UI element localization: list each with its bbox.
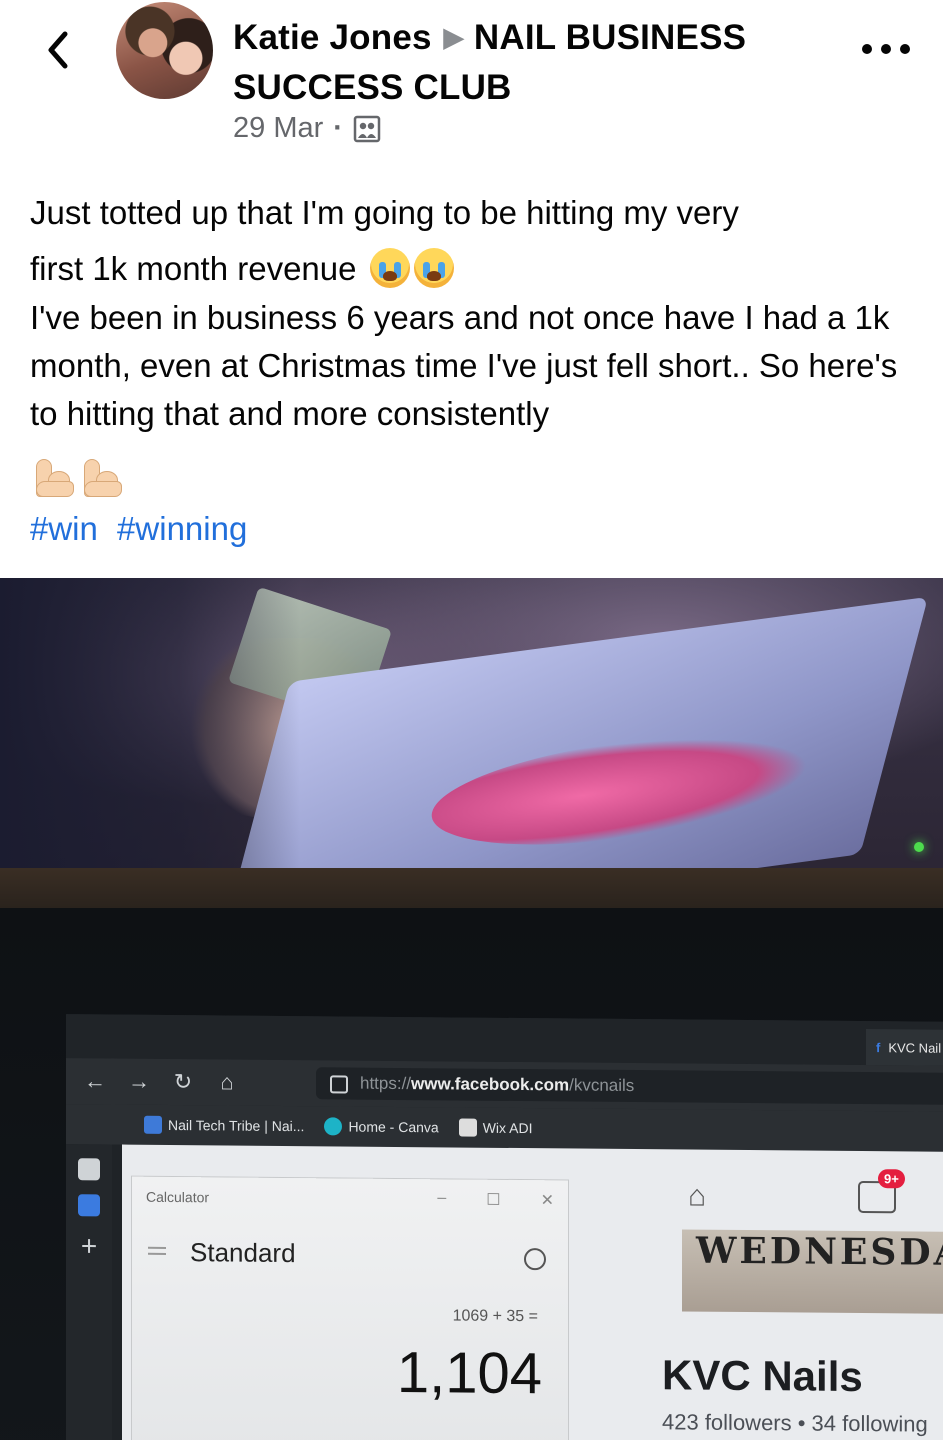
crying-face-emoji-icon (369, 248, 410, 288)
browser-tabbar: f KVC Nail (66, 1014, 943, 1066)
wix-icon (458, 1118, 477, 1137)
group-members-icon (353, 115, 381, 142)
avatar[interactable] (116, 2, 213, 99)
crying-face-emoji-icon (413, 248, 454, 288)
browser-tab-facebook[interactable]: f KVC Nail (866, 1029, 943, 1066)
followers-count[interactable]: 423 followers • 34 following (662, 1409, 928, 1437)
hashtags: #win #winning (30, 505, 257, 553)
post-line-1: Just totted up that I'm going to be hitt… (30, 194, 739, 231)
back-arrow-icon[interactable]: ← (80, 1066, 110, 1096)
close-icon[interactable]: ✕ (541, 1190, 554, 1210)
calculator-mode: Standard (190, 1237, 296, 1269)
more-dot (900, 44, 910, 54)
laptop-screen: f KVC Nail ← → ↻ ⌂ https://www.facebook.… (66, 1014, 943, 1440)
tv-shadow (0, 578, 300, 908)
nail-tech-tribe-icon (144, 1115, 162, 1134)
more-dot (862, 44, 872, 54)
post-photo[interactable]: f KVC Nail ← → ↻ ⌂ https://www.facebook.… (0, 578, 943, 1440)
hashtag-win[interactable]: #win (30, 510, 98, 547)
calculator-expression: 1069 + 35 = (452, 1307, 538, 1326)
post-header: Katie Jones ▶ NAIL BUSINESS SUCCESS CLUB 2… (0, 0, 943, 160)
canva-icon (324, 1117, 343, 1136)
post-paragraph-2: I've been in business 6 years and not on… (30, 299, 898, 432)
more-options-button[interactable] (862, 34, 910, 64)
tab-label: KVC Nail (888, 1039, 942, 1056)
cover-photo: WEDNESDA (682, 1229, 943, 1315)
home-icon[interactable]: ⌂ (212, 1067, 242, 1097)
calculator-window: Calculator – ☐ ✕ Standard 1069 + 35 = 1,… (132, 1176, 568, 1440)
post-meta: 29 Mar · (233, 112, 381, 145)
bookmark-label: Wix ADI (482, 1119, 533, 1137)
forward-arrow-icon[interactable]: → (124, 1067, 154, 1097)
minimize-icon[interactable]: – (437, 1189, 446, 1209)
notification-badge: 9+ (878, 1169, 905, 1189)
led-light (914, 842, 924, 852)
back-button[interactable] (36, 28, 80, 72)
tabs-icon[interactable] (78, 1158, 100, 1181)
maximize-icon[interactable]: ☐ (486, 1190, 500, 1210)
refresh-icon[interactable]: ↻ (168, 1067, 198, 1097)
facebook-icon[interactable] (78, 1194, 100, 1217)
more-dot (881, 44, 891, 54)
calculator-title: Calculator (146, 1188, 210, 1206)
facebook-icon: f (876, 1039, 881, 1055)
flexed-biceps-emojis (30, 455, 122, 499)
url-prefix: https:// (360, 1073, 412, 1094)
facebook-page: ⌂ 9+ WEDNESDA KVC Nails 423 followers • … (122, 1144, 943, 1440)
post-line-2-text: first 1k month revenue (30, 250, 357, 287)
lock-icon (330, 1075, 348, 1094)
hashtag-winning[interactable]: #winning (117, 510, 247, 547)
bookmark-wix[interactable]: Wix ADI (458, 1118, 533, 1138)
post-date[interactable]: 29 Mar (233, 112, 323, 145)
bookmark-canva[interactable]: Home - Canva (324, 1117, 439, 1136)
bookmark-label: Home - Canva (348, 1118, 439, 1136)
post-title: Katie Jones ▶ NAIL BUSINESS SUCCESS CLUB (233, 14, 843, 112)
author-name[interactable]: Katie Jones (233, 18, 432, 57)
chevron-left-icon (48, 31, 68, 69)
plus-icon[interactable]: + (66, 1230, 112, 1262)
flexed-biceps-emoji-icon (30, 455, 74, 499)
post-body: Just totted up that I'm going to be hitt… (30, 188, 925, 438)
page-name[interactable]: KVC Nails (662, 1351, 863, 1401)
tv-screen (0, 578, 943, 940)
home-icon[interactable]: ⌂ (688, 1180, 718, 1213)
flexed-biceps-emoji-icon (78, 455, 122, 499)
post-line-2: first 1k month revenue (30, 244, 925, 294)
bookmark-nail-tech-tribe[interactable]: Nail Tech Tribe | Nai... (144, 1115, 305, 1135)
window-controls: – ☐ ✕ (437, 1189, 554, 1210)
history-icon[interactable] (524, 1248, 546, 1271)
browser-side-rail: + (66, 1144, 112, 1440)
browser-navbar: ← → ↻ ⌂ https://www.facebook.com/kvcnail… (66, 1058, 943, 1112)
play-arrow-icon: ▶ (443, 22, 464, 52)
address-bar[interactable]: https://www.facebook.com/kvcnails (316, 1067, 943, 1105)
url-path: /kvcnails (569, 1075, 635, 1096)
hamburger-menu-icon[interactable] (148, 1246, 166, 1249)
calculator-result: 1,104 (396, 1339, 542, 1407)
url-host: www.facebook.com (411, 1074, 570, 1095)
bookmark-label: Nail Tech Tribe | Nai... (168, 1116, 305, 1135)
separator-dot: · (333, 112, 343, 144)
